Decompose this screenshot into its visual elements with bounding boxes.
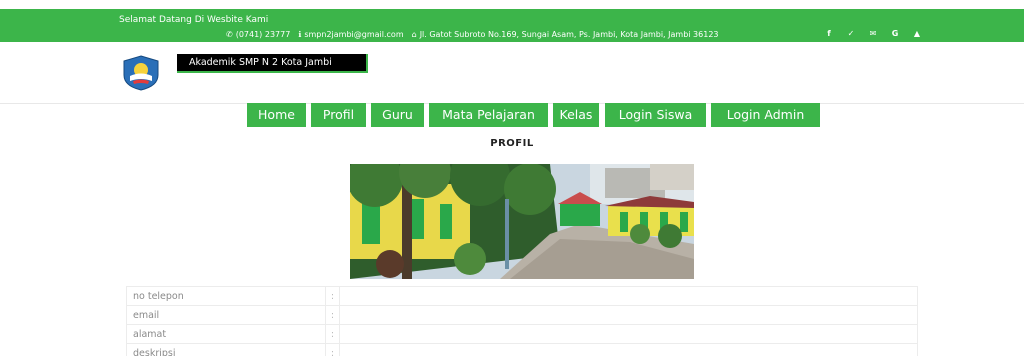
info-icon: ℹ	[298, 30, 302, 39]
row-value	[339, 324, 918, 344]
top-bar: Selamat Datang Di Wesbite Kami ✆ (0741) …	[0, 9, 1024, 42]
row-separator: :	[325, 324, 340, 344]
school-logo[interactable]	[121, 55, 161, 91]
nav-profil[interactable]: Profil	[311, 103, 366, 127]
contact-info: ✆ (0741) 23777 ℹ smpn2jambi@gmail.com ⌂ …	[226, 30, 719, 39]
row-value	[339, 286, 918, 306]
social-links: f ✓ ✉ G ▲	[818, 29, 928, 38]
page-title: PROFIL	[490, 138, 534, 149]
youtube-icon[interactable]: ▲	[906, 29, 928, 38]
welcome-text: Selamat Datang Di Wesbite Kami	[119, 15, 269, 25]
row-separator: :	[325, 343, 340, 356]
address-text: Jl. Gatot Subroto No.169, Sungai Asam, P…	[419, 30, 719, 39]
site-name-badge[interactable]: Akademik SMP N 2 Kota Jambi	[177, 54, 368, 73]
row-separator: :	[325, 286, 340, 306]
nav-login-admin[interactable]: Login Admin	[711, 103, 820, 127]
facebook-icon[interactable]: f	[818, 29, 840, 38]
nav-kelas[interactable]: Kelas	[553, 103, 599, 127]
school-photo	[350, 164, 694, 279]
table-row: deskripsi :	[126, 343, 918, 356]
row-label: alamat	[126, 324, 326, 344]
mail-icon[interactable]: ✉	[862, 29, 884, 38]
table-row: no telepon :	[126, 286, 918, 306]
nav-home[interactable]: Home	[247, 103, 306, 127]
row-value	[339, 305, 918, 325]
row-label: email	[126, 305, 326, 325]
table-row: alamat :	[126, 324, 918, 344]
nav-mata-pelajaran[interactable]: Mata Pelajaran	[429, 103, 548, 127]
nav-guru[interactable]: Guru	[371, 103, 424, 127]
profile-info-table: no telepon : email : alamat : deskripsi …	[126, 286, 918, 356]
phone-icon: ✆	[226, 30, 233, 39]
table-row: email :	[126, 305, 918, 325]
google-icon[interactable]: G	[884, 29, 906, 38]
email-address: smpn2jambi@gmail.com	[304, 30, 404, 39]
home-icon: ⌂	[411, 30, 417, 39]
phone-number: (0741) 23777	[235, 30, 291, 39]
row-value	[339, 343, 918, 356]
row-label: deskripsi	[126, 343, 326, 356]
row-label: no telepon	[126, 286, 326, 306]
row-separator: :	[325, 305, 340, 325]
nav-login-siswa[interactable]: Login Siswa	[605, 103, 706, 127]
twitter-icon[interactable]: ✓	[840, 29, 862, 38]
